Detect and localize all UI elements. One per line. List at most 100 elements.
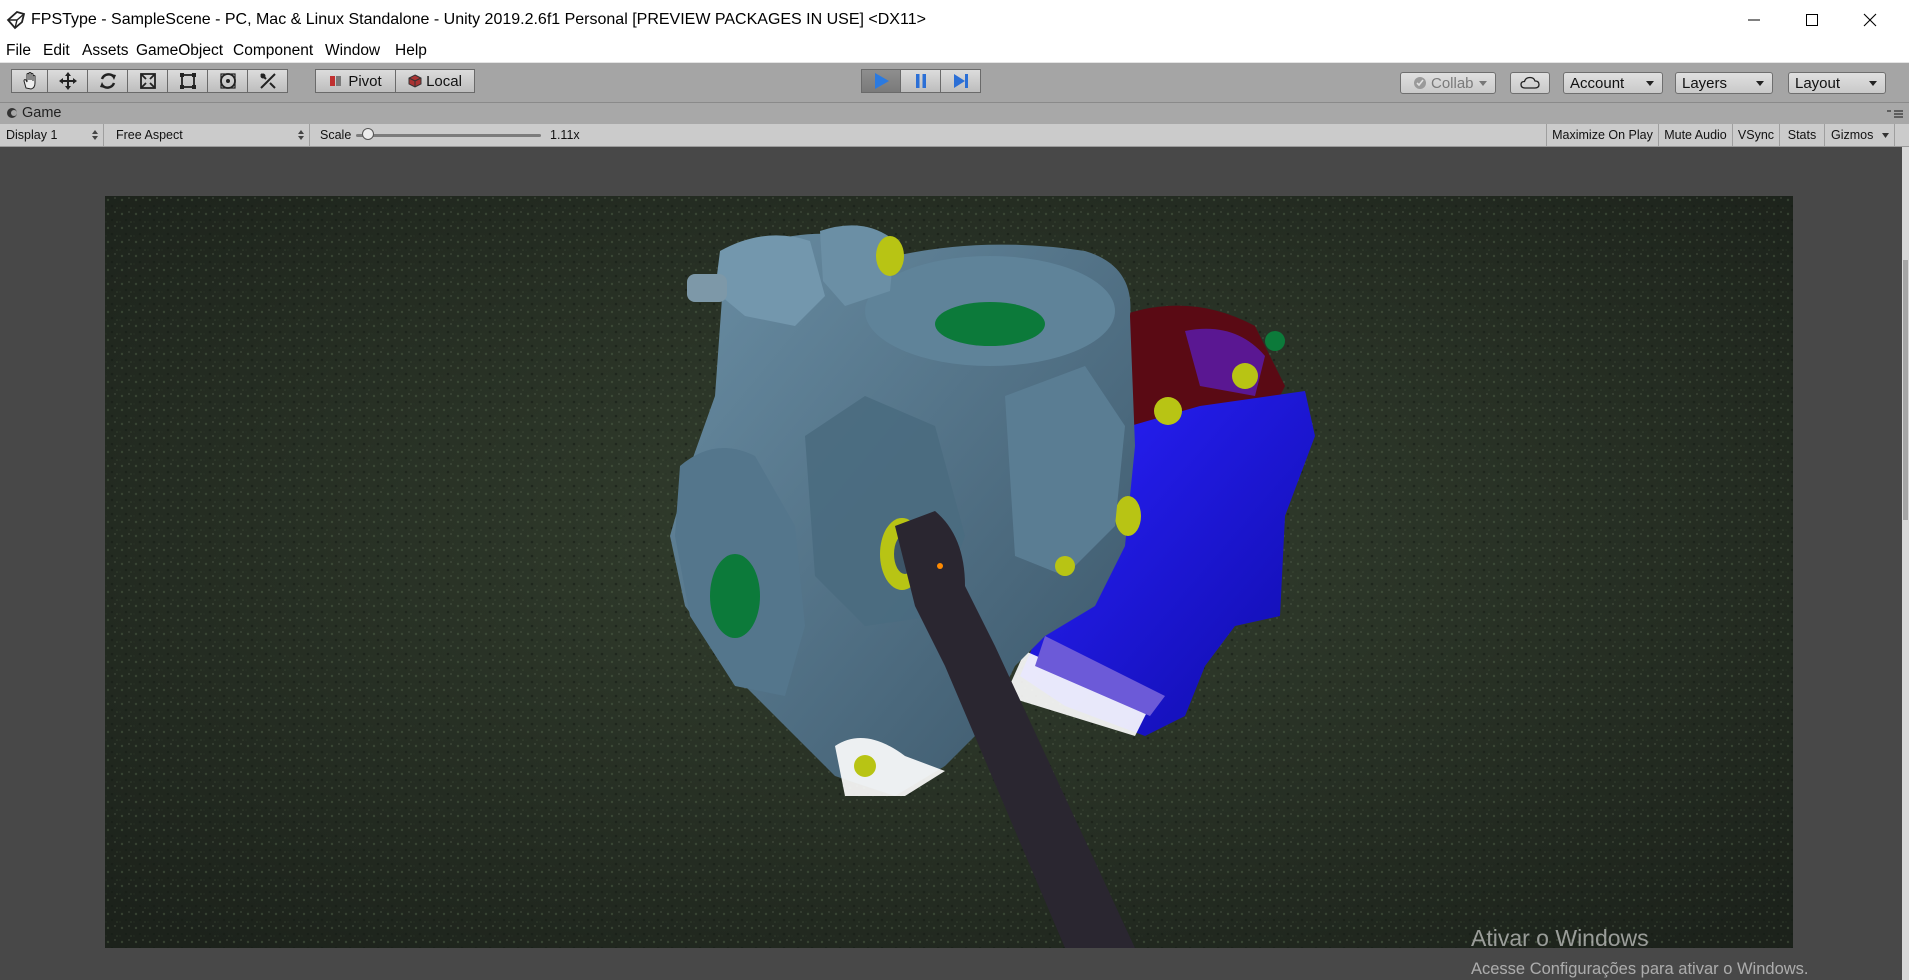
vsync-toggle[interactable]: VSync <box>1733 124 1780 146</box>
gizmos-dropdown[interactable]: Gizmos <box>1825 124 1895 146</box>
account-label: Account <box>1570 74 1625 92</box>
window-title: FPSType - SampleScene - PC, Mac & Linux … <box>31 11 926 28</box>
scale-value: 1.11x <box>550 128 580 142</box>
maximize-on-play-label: Maximize On Play <box>1552 128 1653 142</box>
scale-tool-button[interactable] <box>128 69 168 93</box>
shaft-stub <box>687 274 727 302</box>
local-label: Local <box>426 72 462 90</box>
game-tab-bar: Game <box>0 103 1909 125</box>
stats-toggle[interactable]: Stats <box>1780 124 1825 146</box>
green-port <box>935 302 1045 346</box>
custom-tool-button[interactable] <box>248 69 288 93</box>
layers-label: Layers <box>1682 74 1728 92</box>
hand-icon <box>22 72 35 90</box>
pivot-group: Pivot Local <box>315 69 475 95</box>
menu-help[interactable]: Help <box>395 42 427 60</box>
crosshair-dot <box>937 563 943 569</box>
transform-tools <box>11 69 288 95</box>
layers-dropdown[interactable]: Layers <box>1675 72 1773 94</box>
close-icon <box>1863 13 1877 27</box>
display-label: Display 1 <box>6 128 58 142</box>
transform-tool-button[interactable] <box>208 69 248 93</box>
vsync-label: VSync <box>1737 128 1775 142</box>
game-view-toolbar: Display 1 Free Aspect Scale 1.11x Maximi… <box>0 124 1909 147</box>
game-scene <box>105 196 1793 948</box>
minimize-icon <box>1748 19 1760 21</box>
mute-audio-label: Mute Audio <box>1664 128 1727 142</box>
close-button[interactable] <box>1841 0 1899 40</box>
collab-dropdown[interactable]: Collab <box>1400 72 1496 94</box>
scale-slider-track[interactable] <box>356 134 541 137</box>
chevron-down-icon <box>1646 81 1654 86</box>
yellow-bolt <box>854 755 876 777</box>
maximize-on-play-toggle[interactable]: Maximize On Play <box>1546 124 1659 146</box>
menu-file[interactable]: File <box>6 42 31 60</box>
transform-icon <box>219 73 236 89</box>
maximize-icon <box>1806 14 1818 26</box>
green-bolt <box>1265 331 1285 351</box>
stats-label: Stats <box>1787 128 1817 142</box>
pivot-label: Pivot <box>348 72 382 90</box>
menu-gameobject[interactable]: GameObject <box>136 42 223 60</box>
menu-window[interactable]: Window <box>325 42 380 60</box>
yellow-bolt <box>876 236 904 276</box>
green-port <box>710 554 760 638</box>
mute-audio-toggle[interactable]: Mute Audio <box>1659 124 1733 146</box>
rect-transform-icon <box>179 73 196 89</box>
move-tool-button[interactable] <box>48 69 88 93</box>
rotate-tool-button[interactable] <box>88 69 128 93</box>
scale-icon <box>139 73 156 89</box>
aspect-label: Free Aspect <box>116 128 183 142</box>
collab-check-icon <box>1414 77 1426 89</box>
rect-tool-button[interactable] <box>168 69 208 93</box>
hand-tool-button[interactable] <box>11 69 48 93</box>
pause-icon <box>915 74 926 88</box>
minimize-button[interactable] <box>1725 0 1783 40</box>
gizmos-label: Gizmos <box>1831 128 1874 142</box>
layout-label: Layout <box>1795 74 1841 92</box>
pause-button[interactable] <box>901 69 941 93</box>
updown-arrows-icon <box>298 130 304 140</box>
yellow-bolt <box>1115 496 1141 536</box>
layout-dropdown[interactable]: Layout <box>1788 72 1886 94</box>
local-button[interactable]: Local <box>396 69 475 93</box>
chevron-down-icon <box>1882 133 1889 138</box>
main-toolbar: Pivot Local Collab Account Layers Layout <box>0 63 1909 103</box>
rotate-icon <box>99 73 116 89</box>
pivot-button[interactable]: Pivot <box>315 69 396 93</box>
menu-bar: File Edit Assets GameObject Component Wi… <box>0 40 1909 63</box>
custom-tools-icon <box>259 73 276 89</box>
move-icon <box>58 72 77 90</box>
pivot-icon <box>330 76 342 86</box>
play-button[interactable] <box>861 69 901 93</box>
yellow-bolt <box>1055 556 1075 576</box>
display-select[interactable]: Display 1 <box>0 124 104 146</box>
cloud-button[interactable] <box>1510 72 1550 94</box>
playback-controls <box>861 69 981 95</box>
yellow-bolt <box>1154 397 1182 425</box>
step-icon <box>953 74 968 88</box>
updown-arrows-icon <box>92 130 98 140</box>
game-tab[interactable]: Game <box>6 105 62 121</box>
title-bar: FPSType - SampleScene - PC, Mac & Linux … <box>0 0 1909 40</box>
local-cube-icon <box>408 74 422 88</box>
chevron-down-icon <box>1479 81 1487 86</box>
game-render-viewport[interactable] <box>105 196 1793 948</box>
aspect-select[interactable]: Free Aspect <box>110 124 310 146</box>
scrollbar-thumb[interactable] <box>1903 260 1908 520</box>
step-button[interactable] <box>941 69 981 93</box>
menu-edit[interactable]: Edit <box>43 42 70 60</box>
maximize-button[interactable] <box>1783 0 1841 40</box>
account-dropdown[interactable]: Account <box>1563 72 1663 94</box>
unity-logo-icon <box>6 10 26 30</box>
chevron-down-icon <box>1756 81 1764 86</box>
scale-slider-thumb[interactable] <box>362 128 374 140</box>
menu-component[interactable]: Component <box>233 42 313 60</box>
chevron-down-icon <box>1869 81 1877 86</box>
yellow-bolt <box>1232 363 1258 389</box>
tab-menu-icon[interactable] <box>1885 108 1905 120</box>
cloud-icon <box>1520 76 1540 89</box>
scale-label: Scale <box>320 128 352 142</box>
menu-assets[interactable]: Assets <box>82 42 129 60</box>
collab-label: Collab <box>1431 74 1474 92</box>
